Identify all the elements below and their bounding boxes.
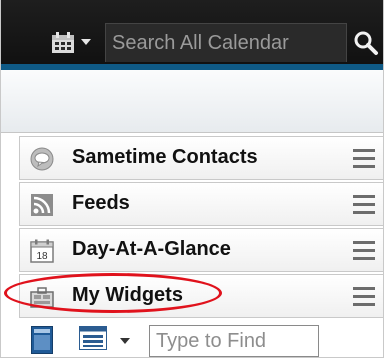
widgets-toolbar [19, 318, 383, 357]
sidebar-header [1, 70, 383, 133]
search-icon[interactable] [353, 30, 379, 56]
svg-text:18: 18 [36, 251, 48, 262]
widget-panel-icon[interactable] [31, 326, 53, 354]
panel-label: Sametime Contacts [72, 146, 258, 168]
panel-label: Feeds [72, 192, 130, 214]
widget-list-icon[interactable] [79, 326, 107, 350]
panel-menu-icon[interactable] [353, 287, 375, 307]
chevron-down-icon [81, 39, 91, 45]
calendar-18-icon: 18 [30, 239, 54, 263]
panel-sametime-contacts[interactable]: Sametime Contacts [19, 136, 383, 180]
chevron-down-icon[interactable] [120, 338, 130, 344]
chat-bubble-icon [30, 147, 54, 171]
panel-label: My Widgets [72, 284, 183, 306]
top-bar [1, 0, 383, 70]
panel-day-at-a-glance[interactable]: 18 Day-At-A-Glance [19, 228, 383, 272]
panel-menu-icon[interactable] [353, 195, 375, 215]
panel-feeds[interactable]: Feeds [19, 182, 383, 226]
widget-briefcase-icon [30, 287, 54, 308]
find-input[interactable] [149, 325, 319, 357]
search-input[interactable] [106, 24, 346, 62]
search-box [105, 23, 347, 62]
calendar-menu-button[interactable] [51, 30, 91, 56]
sidebar-panels: Sametime Contacts Feeds 18 Day-At-A-Glan… [19, 136, 383, 320]
panel-menu-icon[interactable] [353, 149, 375, 169]
calendar-icon [52, 32, 74, 53]
rss-feed-icon [31, 194, 53, 216]
panel-label: Day-At-A-Glance [72, 238, 231, 260]
app-frame: Sametime Contacts Feeds 18 Day-At-A-Glan… [0, 0, 384, 358]
panel-menu-icon[interactable] [353, 241, 375, 261]
panel-my-widgets[interactable]: My Widgets [19, 274, 383, 318]
